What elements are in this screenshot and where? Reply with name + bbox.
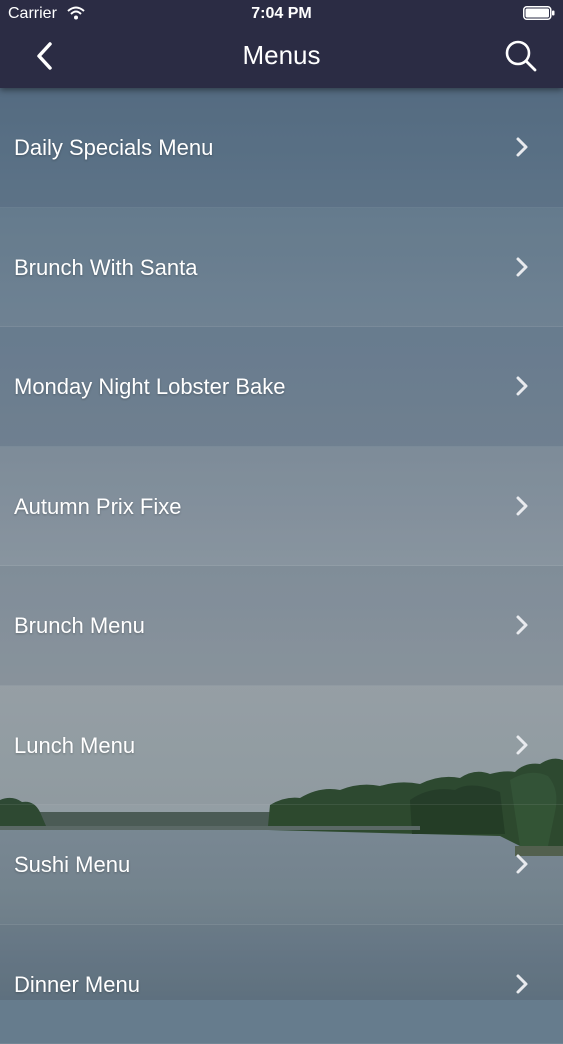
page-title: Menus	[0, 40, 563, 71]
menu-item-daily-specials[interactable]: Daily Specials Menu	[0, 88, 563, 208]
menu-item-label: Monday Night Lobster Bake	[14, 374, 286, 400]
menu-item-label: Brunch Menu	[14, 613, 145, 639]
menu-item-brunch-menu[interactable]: Brunch Menu	[0, 566, 563, 686]
chevron-right-icon	[515, 734, 529, 756]
menu-item-lunch-menu[interactable]: Lunch Menu	[0, 686, 563, 806]
menu-item-label: Autumn Prix Fixe	[14, 494, 182, 520]
menu-item-brunch-with-santa[interactable]: Brunch With Santa	[0, 208, 563, 328]
menu-item-label: Daily Specials Menu	[14, 135, 213, 161]
chevron-right-icon	[515, 375, 529, 397]
status-time: 7:04 PM	[0, 5, 563, 23]
menu-item-sushi-menu[interactable]: Sushi Menu	[0, 805, 563, 925]
menu-item-label: Sushi Menu	[14, 852, 130, 878]
search-icon	[504, 39, 538, 73]
menu-item-monday-night-lobster-bake[interactable]: Monday Night Lobster Bake	[0, 327, 563, 447]
chevron-right-icon	[515, 136, 529, 158]
menu-item-label: Brunch With Santa	[14, 255, 197, 281]
menu-list: Daily Specials Menu Brunch With Santa Mo…	[0, 88, 563, 1044]
chevron-right-icon	[515, 973, 529, 995]
search-button[interactable]	[501, 36, 541, 76]
menu-item-autumn-prix-fixe[interactable]: Autumn Prix Fixe	[0, 447, 563, 567]
chevron-right-icon	[515, 614, 529, 636]
battery-icon	[523, 6, 555, 20]
chevron-right-icon	[515, 853, 529, 875]
menu-item-label: Lunch Menu	[14, 733, 135, 759]
menu-item-label: Dinner Menu	[14, 972, 140, 998]
menu-item-dinner-menu[interactable]: Dinner Menu	[0, 925, 563, 1044]
chevron-right-icon	[515, 495, 529, 517]
status-bar: Carrier 7:04 PM	[0, 0, 563, 28]
chevron-right-icon	[515, 256, 529, 278]
